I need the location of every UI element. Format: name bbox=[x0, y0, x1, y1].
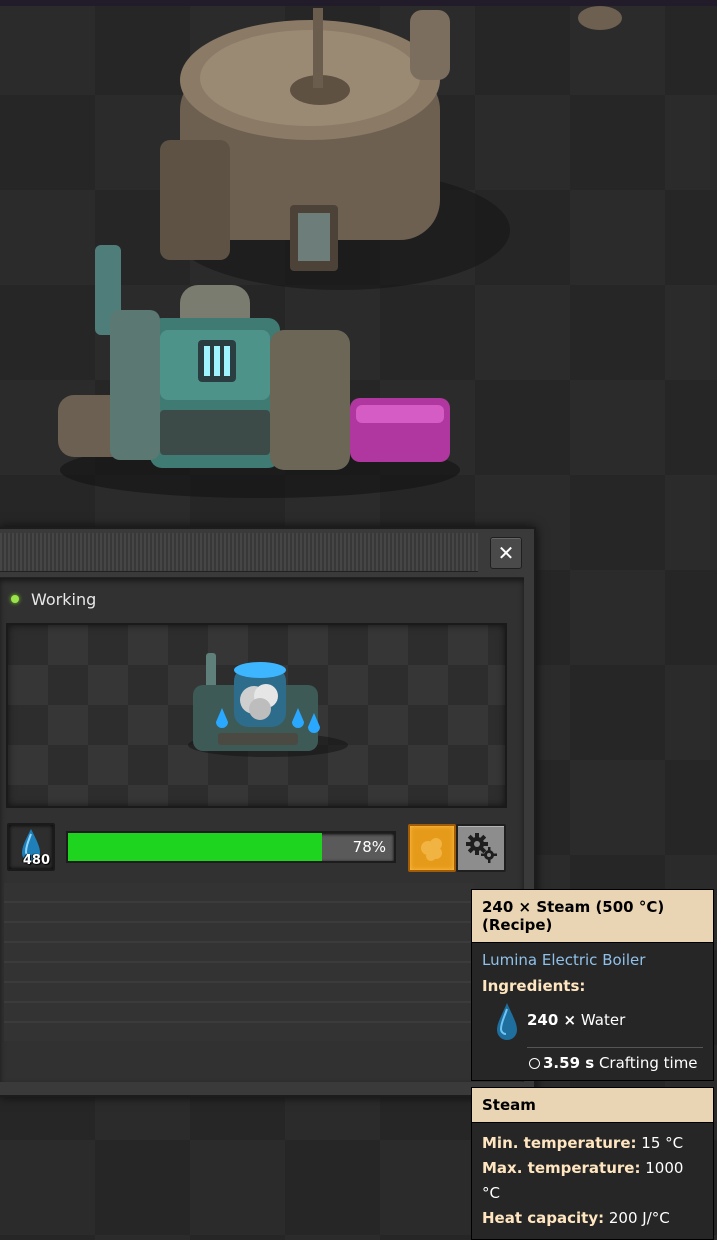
water-drop-icon bbox=[497, 1003, 517, 1040]
stat-value: 200 J/°C bbox=[608, 1209, 670, 1227]
progress-fill bbox=[68, 833, 323, 861]
stat-row: Heat capacity: 200 J/°C bbox=[482, 1206, 703, 1231]
settings-button[interactable] bbox=[456, 824, 506, 872]
ingredient-text: 240 × Water bbox=[527, 1011, 625, 1029]
empty-panel-area bbox=[4, 883, 474, 1041]
panel-drag-handle[interactable] bbox=[0, 533, 478, 572]
boiler-preview-icon bbox=[188, 653, 348, 757]
status-indicator bbox=[11, 595, 19, 603]
progress-label: 78% bbox=[352, 838, 386, 856]
recipe-details: Lumina Electric Boiler Ingredients: 240 … bbox=[471, 943, 714, 1081]
crafting-progress-bar: 78% bbox=[66, 831, 396, 863]
steam-recipe-icon bbox=[421, 838, 442, 861]
stat-value: 15 °C bbox=[641, 1134, 684, 1152]
divider bbox=[527, 1047, 703, 1048]
stat-row: Max. temperature: 1000 °C bbox=[482, 1156, 703, 1206]
ingredients-heading: Ingredients: bbox=[482, 977, 586, 995]
close-button[interactable]: ✕ bbox=[490, 537, 522, 569]
stat-label: Max. temperature: bbox=[482, 1159, 641, 1177]
panel-content: Working 480 78% bbox=[0, 577, 524, 1082]
clock-icon bbox=[529, 1058, 540, 1069]
stat-label: Heat capacity: bbox=[482, 1209, 605, 1227]
status-text: Working bbox=[31, 590, 97, 609]
crafting-time-label: Crafting time bbox=[598, 1054, 698, 1072]
crafting-time-row: 3.59 s Crafting time bbox=[529, 1054, 703, 1072]
ingredient-row: 240 × Water bbox=[482, 1001, 703, 1045]
gear-icon bbox=[466, 833, 497, 863]
slot-count: 480 bbox=[22, 853, 50, 868]
water-input-slot[interactable]: 480 bbox=[7, 823, 55, 871]
recipe-tooltip: 240 × Steam (500 °C) (Recipe) Lumina Ele… bbox=[471, 889, 714, 1240]
crafting-time-value: 3.59 s bbox=[543, 1054, 595, 1072]
game-world bbox=[0, 0, 717, 520]
storage-tank[interactable] bbox=[160, 6, 622, 290]
stat-row: Min. temperature: 15 °C bbox=[482, 1131, 703, 1156]
product-title: Steam bbox=[471, 1087, 714, 1123]
recipe-button[interactable] bbox=[408, 824, 456, 872]
ingredient-name: Water bbox=[580, 1011, 626, 1029]
ingredient-amount: 240 × bbox=[527, 1011, 577, 1029]
entity-panel: ✕ Working 480 78% bbox=[0, 527, 536, 1097]
stat-label: Min. temperature: bbox=[482, 1134, 637, 1152]
product-stats: Min. temperature: 15 °C Max. temperature… bbox=[471, 1123, 714, 1240]
recipe-title: 240 × Steam (500 °C) (Recipe) bbox=[471, 889, 714, 943]
machine-name: Lumina Electric Boiler bbox=[482, 951, 646, 969]
entity-preview bbox=[6, 623, 507, 808]
